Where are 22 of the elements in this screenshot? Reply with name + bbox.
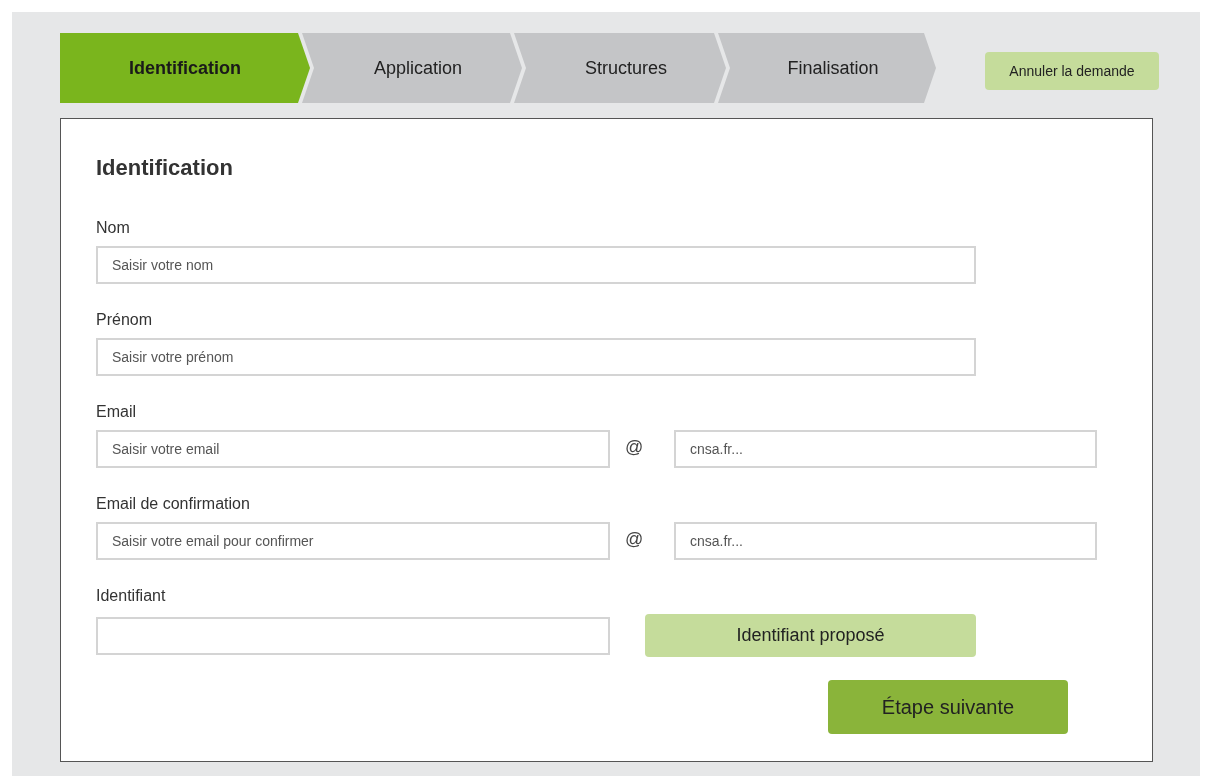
email-field[interactable]: Saisir votre email xyxy=(96,430,610,468)
domain-field[interactable]: cnsa.fr... xyxy=(674,522,1097,560)
field-label: Email xyxy=(96,402,137,422)
field-label: Email de confirmation xyxy=(96,494,251,514)
email-field[interactable]: Saisir votre email pour confirmer xyxy=(96,522,610,560)
input-field[interactable]: Saisir votre prénom xyxy=(96,338,976,376)
field-label: Nom xyxy=(96,218,131,238)
at-sign: @ xyxy=(625,528,645,551)
field-label: Identifiant xyxy=(96,586,167,606)
input-field[interactable]: Saisir votre nom xyxy=(96,246,976,284)
step-tab[interactable]: Identification xyxy=(60,33,310,103)
input-field[interactable] xyxy=(96,616,610,655)
suggest-identifier-button[interactable]: Identifiant proposé xyxy=(645,614,976,657)
form-title: Identification xyxy=(96,155,234,181)
step-tab[interactable]: Application xyxy=(302,33,522,103)
cancel-button[interactable]: Annuler la demande xyxy=(985,52,1159,90)
at-sign: @ xyxy=(625,436,645,459)
step-tab[interactable]: Structures xyxy=(514,33,726,103)
domain-field[interactable]: cnsa.fr... xyxy=(674,430,1097,468)
next-step-button[interactable]: Étape suivante xyxy=(828,680,1068,734)
field-label: Prénom xyxy=(96,310,154,330)
step-tab[interactable]: Finalisation xyxy=(718,33,936,103)
